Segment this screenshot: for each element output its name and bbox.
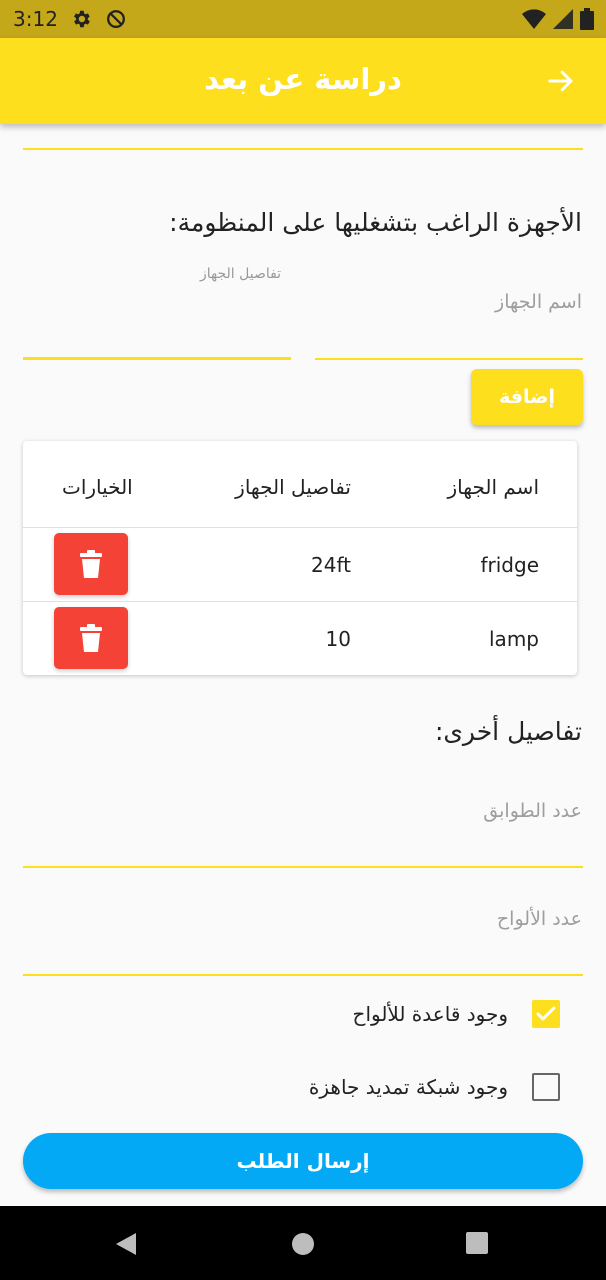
floors-input[interactable] xyxy=(23,780,583,868)
trash-icon xyxy=(80,550,102,578)
cell-signal-icon xyxy=(553,9,573,29)
status-time: 3:12 xyxy=(13,7,58,31)
device-details-input[interactable] xyxy=(23,262,291,360)
row-divider xyxy=(23,527,577,528)
panels-input[interactable] xyxy=(23,888,583,976)
arrow-forward-icon[interactable] xyxy=(546,66,576,96)
status-bar: 3:12 xyxy=(0,0,606,38)
delete-row-button[interactable] xyxy=(54,533,128,595)
column-header-details: تفاصيل الجهاز xyxy=(235,475,351,499)
panel-base-label: وجود قاعدة للألواح xyxy=(352,1002,508,1026)
top-divider xyxy=(23,148,583,150)
nav-recents-icon[interactable] xyxy=(466,1232,488,1254)
app-bar: دراسة عن بعد xyxy=(0,38,606,124)
delete-row-button[interactable] xyxy=(54,607,128,669)
data-saver-icon xyxy=(107,10,125,28)
column-header-options: الخيارات xyxy=(62,475,133,499)
cell-device-name: lamp xyxy=(489,627,539,651)
ready-network-checkbox[interactable] xyxy=(532,1073,560,1101)
other-details-heading: تفاصيل أخرى: xyxy=(434,717,582,746)
ready-network-checkbox-row[interactable]: وجود شبكة تمديد جاهزة xyxy=(309,1067,582,1107)
settings-icon xyxy=(74,10,90,28)
device-details-underline xyxy=(23,357,291,360)
device-name-input[interactable] xyxy=(315,280,583,360)
cell-device-details: 24ft xyxy=(311,553,351,577)
panel-base-checkbox-row[interactable]: وجود قاعدة للألواح xyxy=(353,994,582,1034)
cell-device-details: 10 xyxy=(325,627,351,651)
row-divider xyxy=(23,601,577,602)
battery-icon xyxy=(580,8,594,30)
wifi-icon xyxy=(522,9,546,29)
nav-home-icon[interactable] xyxy=(291,1232,315,1256)
device-name-underline xyxy=(315,358,583,360)
panel-base-checkbox[interactable] xyxy=(532,1000,560,1028)
nav-back-icon[interactable] xyxy=(114,1232,138,1256)
add-button[interactable]: إضافة xyxy=(471,369,583,425)
page-title: دراسة عن بعد xyxy=(204,62,402,96)
devices-heading: الأجهزة الراغب بتشغليها على المنظومة: xyxy=(169,208,582,237)
submit-request-button[interactable]: إرسال الطلب xyxy=(23,1133,583,1189)
ready-network-label: وجود شبكة تمديد جاهزة xyxy=(308,1075,508,1099)
cell-device-name: fridge xyxy=(480,553,539,577)
column-header-name: اسم الجهاز xyxy=(447,475,539,499)
floors-underline xyxy=(23,866,583,868)
status-right-icons xyxy=(522,8,594,30)
system-nav-bar xyxy=(0,1206,606,1280)
checkmark-icon xyxy=(536,1006,556,1021)
panels-underline xyxy=(23,974,583,976)
trash-icon xyxy=(80,624,102,652)
devices-table: اسم الجهاز تفاصيل الجهاز الخيارات fridge… xyxy=(23,441,577,675)
